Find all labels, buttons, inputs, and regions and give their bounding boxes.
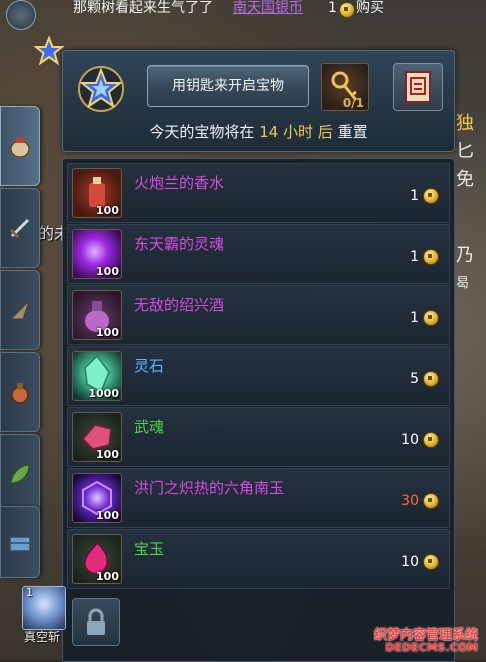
- item-price: 10: [401, 554, 419, 570]
- item-row-6[interactable]: 100 宝玉 10: [67, 529, 450, 589]
- skill-level: 1: [26, 586, 33, 599]
- perfume-icon: 100: [72, 168, 122, 218]
- hex-jade-icon: 100: [72, 473, 122, 523]
- treasure-item-list: 100 火炮兰的香水 1 100 东天霸的灵魂 1 100 无敌的绍兴酒 1 1…: [62, 158, 455, 662]
- right-edge-char: 乃: [456, 245, 474, 266]
- item-price: 30: [401, 493, 419, 509]
- hint-count: 1: [328, 0, 337, 16]
- chest-icon: [9, 536, 31, 552]
- tab-potions[interactable]: [0, 352, 40, 432]
- coin-icon: [423, 310, 439, 326]
- item-price: 1: [410, 188, 419, 204]
- watermark-line2: DEDECMS.COM: [385, 641, 478, 654]
- item-row-5[interactable]: 100 洪门之炽热的六角南玉 30: [67, 468, 450, 528]
- item-row-3[interactable]: 1000 灵石 5: [67, 346, 450, 406]
- item-name: 东天霸的灵魂: [134, 235, 225, 253]
- item-row-1[interactable]: 100 东天霸的灵魂 1: [67, 224, 450, 284]
- open-treasure-button[interactable]: 用钥匙来开启宝物: [147, 65, 309, 107]
- coin-icon: [339, 2, 355, 18]
- item-name: 洪门之炽热的六角南玉: [134, 479, 285, 497]
- spirit-stone-icon: 1000: [72, 351, 122, 401]
- potion-icon: [11, 383, 29, 404]
- item-price: 10: [401, 432, 419, 448]
- right-edge-char: 曷: [456, 276, 470, 291]
- wine-jar-icon: 100: [72, 290, 122, 340]
- item-qty: 100: [96, 326, 119, 339]
- item-row-4[interactable]: 100 武魂 10: [67, 407, 450, 467]
- tab-pouch[interactable]: [0, 106, 40, 186]
- key-count: 0/1: [342, 96, 364, 110]
- tab-arrows[interactable]: [0, 270, 40, 350]
- reset-hours: 14 小时 后: [259, 123, 333, 141]
- item-qty: 100: [96, 570, 119, 583]
- shop-currency-link[interactable]: 南天国银币: [233, 0, 303, 17]
- soul-orb-icon: 100: [72, 229, 122, 279]
- reset-prefix: 今天的宝物将在: [149, 123, 255, 141]
- compass-icon[interactable]: [6, 0, 36, 30]
- item-qty: 100: [96, 509, 119, 522]
- item-name: 火炮兰的香水: [134, 174, 225, 192]
- skill-label: 真空斩: [24, 630, 61, 644]
- item-name: 无敌的绍兴酒: [134, 296, 225, 314]
- coin-icon: [423, 249, 439, 265]
- top-hint-line: 那颗树看起来生气了了 南天国银币 1 购买: [62, 0, 462, 22]
- gem-icon: 100: [72, 534, 122, 584]
- item-name: 宝玉: [134, 540, 165, 558]
- item-row-2[interactable]: 100 无敌的绍兴酒 1: [67, 285, 450, 345]
- item-qty: 100: [96, 204, 119, 217]
- item-name: 武魂: [134, 418, 165, 436]
- reset-timer-text: 今天的宝物将在 14 小时 后 重置: [63, 121, 454, 142]
- coin-icon: [423, 188, 439, 204]
- scroll-slot[interactable]: [393, 63, 443, 111]
- key-slot[interactable]: 0/1: [321, 63, 369, 111]
- item-qty: 1000: [88, 387, 119, 400]
- tab-weapons[interactable]: [0, 188, 40, 268]
- treasure-header-panel: 用钥匙来开启宝物 0/1 今天的宝物将在 14 小时 后 重置: [62, 50, 455, 152]
- item-price: 1: [410, 310, 419, 326]
- right-edge-text: 独 匕免 乃 曷: [456, 110, 486, 350]
- item-price: 1: [410, 249, 419, 265]
- tab-chest[interactable]: [0, 506, 40, 578]
- coin-icon: [423, 493, 439, 509]
- item-qty: 100: [96, 448, 119, 461]
- reset-suffix: 重置: [337, 123, 368, 141]
- item-qty: 100: [96, 265, 119, 278]
- leaf-icon: [10, 464, 30, 484]
- item-price: 5: [410, 371, 419, 387]
- tab-herbs[interactable]: [0, 434, 40, 514]
- coin-icon: [423, 554, 439, 570]
- coin-icon: [423, 432, 439, 448]
- coin-icon: [423, 371, 439, 387]
- right-edge-char: 匕免: [456, 141, 474, 190]
- lock-slot[interactable]: [72, 598, 120, 646]
- hint-buy: 购买: [356, 0, 384, 16]
- scroll-icon: [405, 71, 431, 103]
- pouch-icon: [10, 138, 30, 158]
- martial-soul-icon: 100: [72, 412, 122, 462]
- star-icon: [34, 36, 64, 66]
- item-row-0[interactable]: 100 火炮兰的香水 1: [67, 163, 450, 223]
- hint-prefix: 那颗树看起来生气了了: [73, 0, 213, 16]
- right-edge-char: 独: [456, 113, 474, 134]
- lock-icon: [87, 608, 105, 635]
- item-name: 灵石: [134, 357, 165, 375]
- sword-icon: [9, 218, 30, 239]
- arrow-icon: [9, 300, 30, 320]
- star-badge-icon: [78, 66, 124, 112]
